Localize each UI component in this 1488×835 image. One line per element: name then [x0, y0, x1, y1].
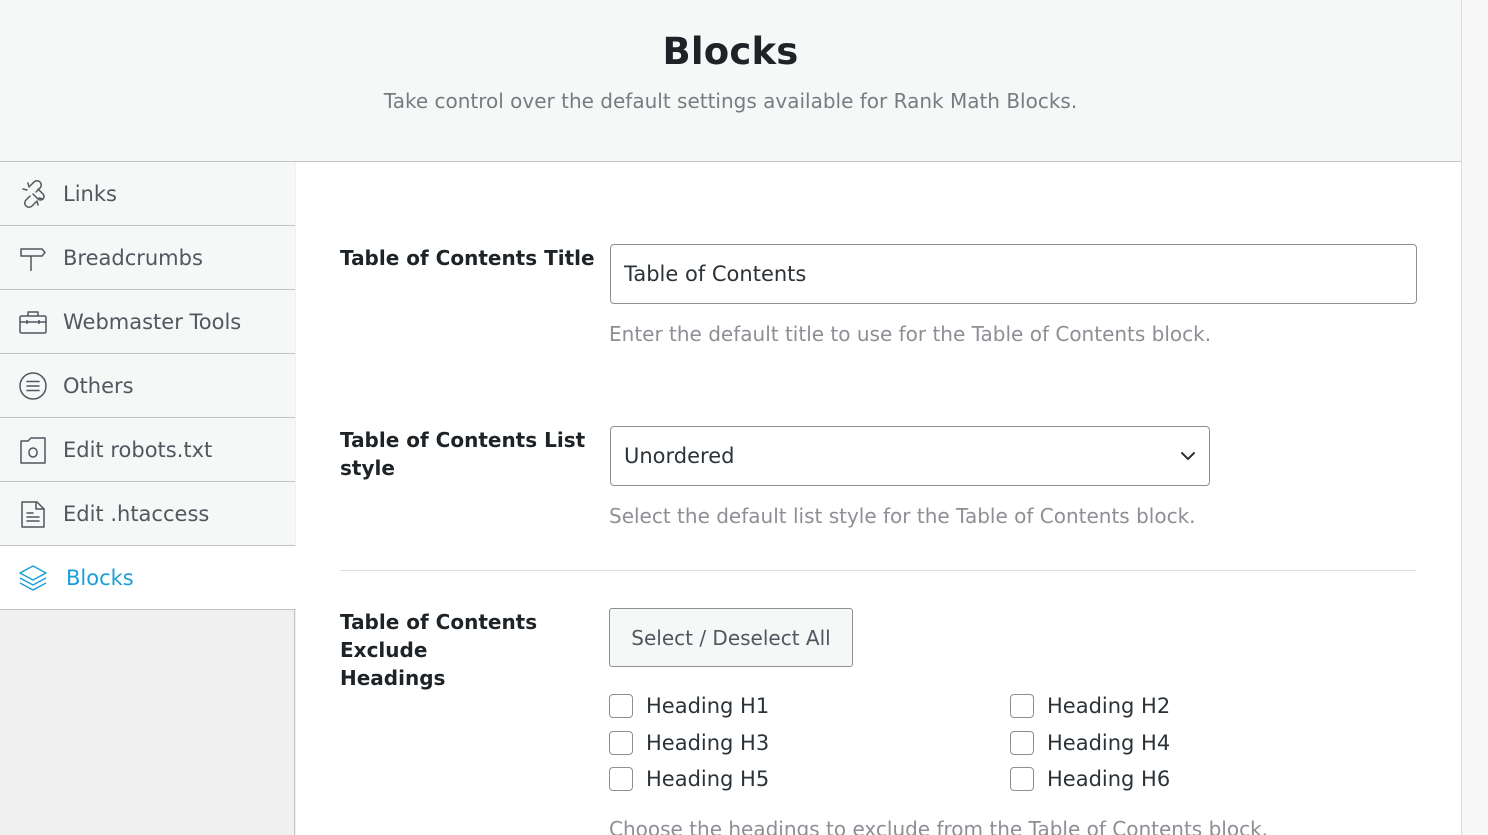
sidebar-item-label: Breadcrumbs	[63, 245, 203, 270]
settings-content: Table of Contents Title Table of Content…	[296, 162, 1461, 835]
heading-h3-checkbox[interactable]: Heading H3	[609, 731, 769, 755]
label-line: Table of Contents List	[340, 428, 586, 452]
heading-h5-checkbox[interactable]: Heading H5	[609, 767, 769, 791]
heading-h1-checkbox[interactable]: Heading H1	[609, 694, 769, 718]
page-header: Blocks Take control over the default set…	[0, 0, 1461, 162]
settings-sidebar: Links Breadcrumbs Webmaster Tools Others…	[0, 162, 296, 835]
checkbox[interactable]	[1010, 731, 1034, 755]
toc-list-style-label: Table of Contents List style	[340, 426, 600, 482]
heading-h6-checkbox[interactable]: Heading H6	[1010, 767, 1170, 791]
label-line: style	[340, 456, 395, 480]
sidebar-item-edit-htaccess[interactable]: Edit .htaccess	[0, 482, 295, 546]
toc-exclude-description: Choose the headings to exclude from the …	[609, 817, 1269, 835]
toc-exclude-label: Table of Contents Exclude Headings	[340, 608, 600, 692]
checkbox[interactable]	[1010, 767, 1034, 791]
document-icon	[17, 498, 49, 530]
section-divider	[340, 570, 1416, 571]
page-subtitle: Take control over the default settings a…	[383, 89, 1078, 113]
link-broken-icon	[17, 178, 49, 210]
checkbox-label: Heading H2	[1047, 694, 1171, 718]
toolbox-icon	[17, 306, 49, 338]
checkbox-label: Heading H3	[646, 731, 770, 755]
toc-title-label: Table of Contents Title	[340, 246, 595, 270]
list-circle-icon	[17, 370, 49, 402]
toc-title-input[interactable]: Table of Contents	[610, 244, 1417, 304]
label-line: Table of Contents Exclude	[340, 610, 538, 662]
toc-title-value: Table of Contents	[624, 262, 807, 286]
toc-list-style-description: Select the default list style for the Ta…	[609, 504, 1196, 528]
checkbox[interactable]	[609, 767, 633, 791]
settings-page: Blocks Take control over the default set…	[0, 0, 1461, 835]
signpost-icon	[17, 242, 49, 274]
selected-option: Unordered	[624, 444, 735, 468]
checkbox[interactable]	[1010, 694, 1034, 718]
sidebar-item-label: Edit robots.txt	[63, 437, 213, 462]
sidebar-item-edit-robots[interactable]: Edit robots.txt	[0, 418, 295, 482]
checkbox[interactable]	[609, 694, 633, 718]
checkbox-label: Heading H6	[1047, 767, 1171, 791]
scrollbar[interactable]	[1461, 0, 1488, 835]
toc-list-style-select[interactable]: Unordered	[610, 426, 1210, 486]
select-deselect-all-button[interactable]: Select / Deselect All	[609, 608, 853, 667]
sidebar-item-label: Blocks	[66, 565, 134, 590]
sidebar-item-label: Links	[63, 181, 117, 206]
sidebar-item-links[interactable]: Links	[0, 162, 295, 226]
checkbox[interactable]	[609, 731, 633, 755]
label-line: Headings	[340, 666, 446, 690]
checkbox-label: Heading H4	[1047, 731, 1171, 755]
sidebar-item-webmaster-tools[interactable]: Webmaster Tools	[0, 290, 295, 354]
sidebar-item-label: Edit .htaccess	[63, 501, 210, 526]
sidebar-item-label: Others	[63, 373, 134, 398]
sidebar-item-blocks[interactable]: Blocks	[0, 546, 296, 610]
chevron-down-icon	[1177, 445, 1199, 467]
checkbox-label: Heading H1	[646, 694, 770, 718]
sidebar-item-label: Webmaster Tools	[63, 309, 242, 334]
layers-icon	[17, 562, 49, 594]
page-title: Blocks	[662, 30, 799, 73]
heading-h2-checkbox[interactable]: Heading H2	[1010, 694, 1170, 718]
heading-h4-checkbox[interactable]: Heading H4	[1010, 731, 1170, 755]
sidebar-item-breadcrumbs[interactable]: Breadcrumbs	[0, 226, 295, 290]
robot-file-icon	[17, 434, 49, 466]
sidebar-item-others[interactable]: Others	[0, 354, 295, 418]
toc-title-description: Enter the default title to use for the T…	[609, 322, 1212, 346]
checkbox-label: Heading H5	[646, 767, 770, 791]
